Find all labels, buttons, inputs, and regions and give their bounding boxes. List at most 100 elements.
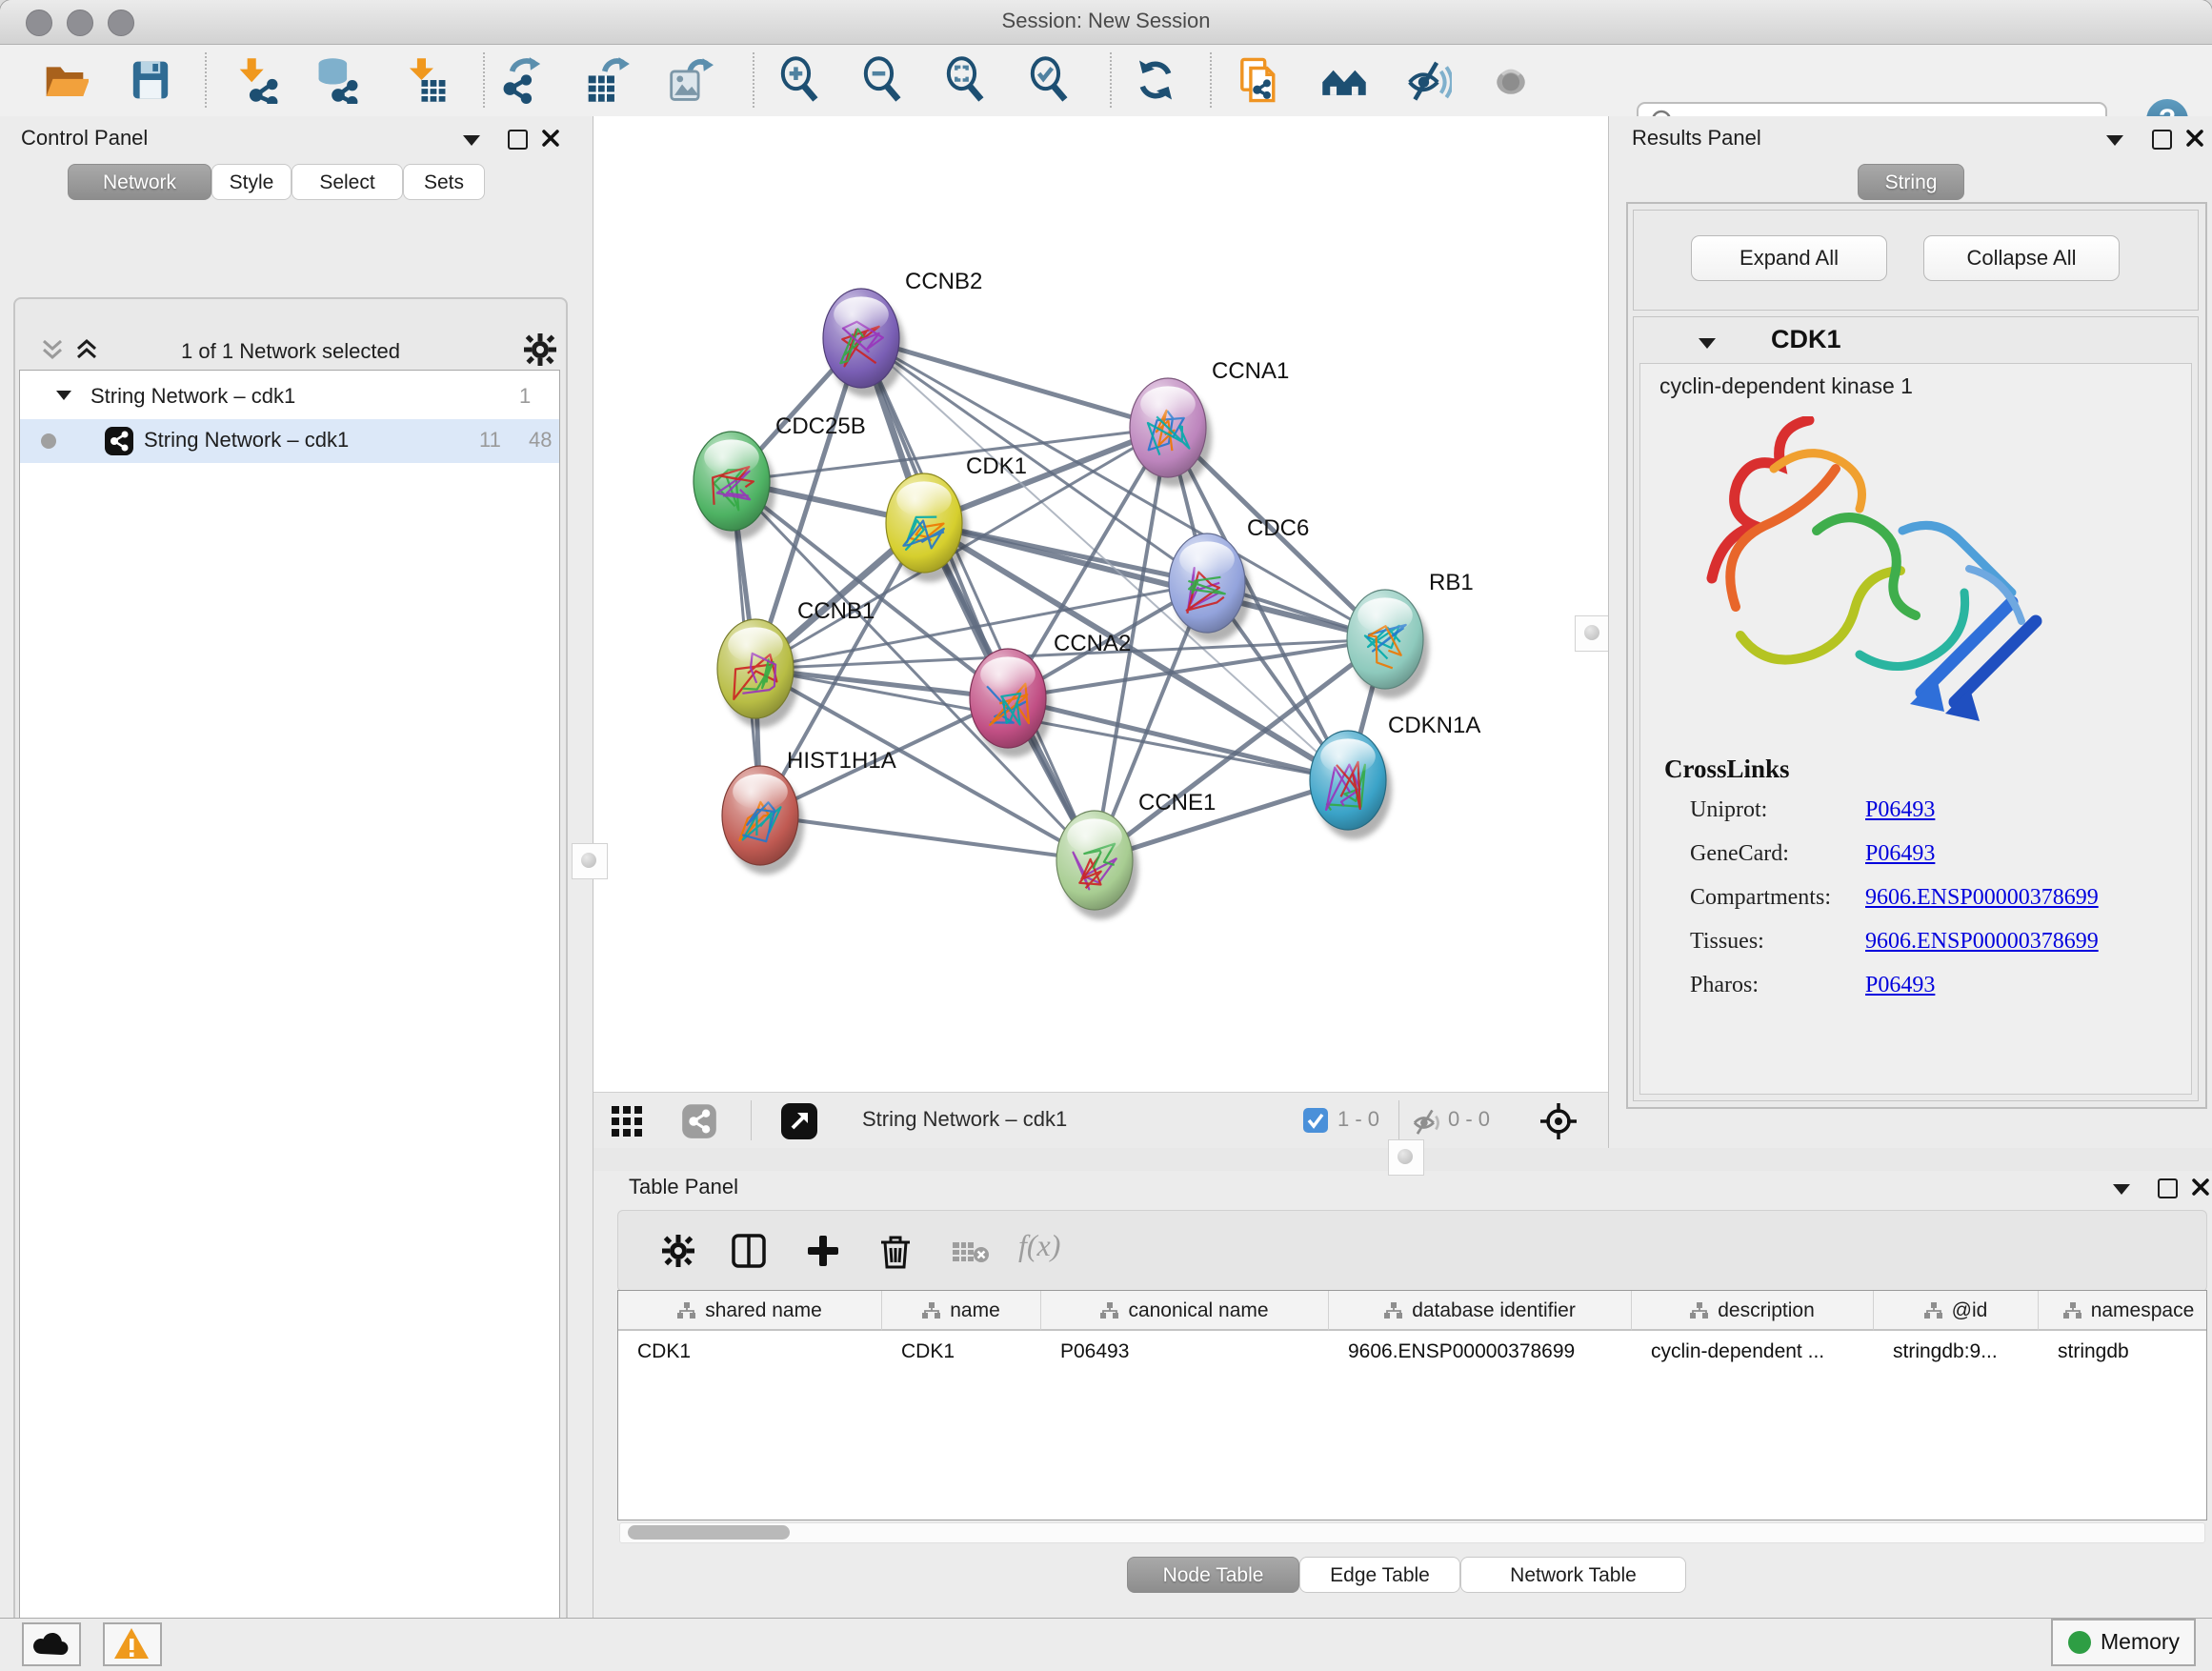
- export-image-icon[interactable]: [666, 56, 714, 104]
- import-network-from-database-icon[interactable]: [314, 56, 362, 104]
- table-cell[interactable]: CDK1: [618, 1333, 882, 1371]
- expand-collapse-bar: Expand All Collapse All: [1633, 210, 2199, 311]
- tab-sets[interactable]: Sets: [403, 164, 485, 200]
- create-column-plus-icon[interactable]: [805, 1233, 841, 1269]
- zoom-fit-icon[interactable]: [942, 56, 990, 104]
- crosslink-link[interactable]: P06493: [1865, 841, 1935, 867]
- column-header-namespace[interactable]: namespace: [2039, 1291, 2207, 1331]
- refresh-view-icon[interactable]: [1132, 56, 1179, 104]
- table-cell[interactable]: P06493: [1041, 1333, 1329, 1371]
- crosslink-link[interactable]: P06493: [1865, 797, 1935, 823]
- cloud-status-button[interactable]: [22, 1622, 81, 1666]
- node-label-CDC6: CDC6: [1247, 515, 1309, 541]
- network-view-icon[interactable]: [681, 1103, 717, 1139]
- column-header-canonical-name[interactable]: canonical name: [1041, 1291, 1329, 1331]
- zoom-in-icon[interactable]: [776, 56, 824, 104]
- tab-network[interactable]: Network: [68, 164, 211, 200]
- column-header-description[interactable]: description: [1632, 1291, 1874, 1331]
- node-label-HIST1H1A: HIST1H1A: [787, 748, 896, 774]
- node-label-CCNA1: CCNA1: [1212, 358, 1289, 384]
- string-protein-query-icon[interactable]: [1320, 56, 1368, 104]
- table-cell[interactable]: 9606.ENSP00000378699: [1329, 1333, 1632, 1371]
- tab-select[interactable]: Select: [292, 164, 403, 200]
- left-splitter-handle[interactable]: [572, 843, 608, 879]
- hide-selected-icon[interactable]: [1404, 56, 1452, 104]
- node-gloss: [1357, 597, 1413, 633]
- scrollbar-thumb[interactable]: [628, 1525, 790, 1540]
- table-cell[interactable]: CDK1: [882, 1333, 1041, 1371]
- tab-network-table[interactable]: Network Table: [1460, 1557, 1686, 1593]
- network-type-icon: [104, 426, 134, 456]
- tab-edge-table[interactable]: Edge Table: [1299, 1557, 1460, 1593]
- import-network-icon[interactable]: [234, 56, 282, 104]
- column-header-database-identifier[interactable]: database identifier: [1329, 1291, 1632, 1331]
- close-panel-icon[interactable]: [2185, 129, 2204, 148]
- section-collapse-icon[interactable]: [1699, 338, 1716, 349]
- undock-panel-icon[interactable]: [508, 130, 528, 150]
- network-row-selected[interactable]: String Network – cdk1 11 48: [20, 419, 559, 463]
- show-columns-icon[interactable]: [731, 1233, 767, 1269]
- table-cell[interactable]: stringdb:9...: [1874, 1333, 2039, 1371]
- string-network-graph[interactable]: CCNB2CCNA1CDC25BCDK1CDC6RB1CCNB1CCNA2CDK…: [593, 116, 1608, 1092]
- selected-checkbox-icon[interactable]: [1303, 1108, 1328, 1133]
- network-options-gear-icon[interactable]: [524, 333, 556, 366]
- memory-button[interactable]: Memory: [2051, 1619, 2196, 1666]
- network-canvas[interactable]: CCNB2CCNA1CDC25BCDK1CDC6RB1CCNB1CCNA2CDK…: [593, 116, 1608, 1148]
- crosslink-link[interactable]: 9606.ENSP00000378699: [1865, 929, 2099, 955]
- cloud-icon: [30, 1627, 71, 1660]
- zoom-out-icon[interactable]: [859, 56, 907, 104]
- import-table-icon[interactable]: [402, 56, 450, 104]
- crosslink-link[interactable]: P06493: [1865, 973, 1935, 998]
- tab-style[interactable]: Style: [211, 164, 292, 200]
- zoom-selected-icon[interactable]: [1026, 56, 1074, 104]
- float-panel-icon[interactable]: [2106, 135, 2123, 146]
- grid-view-icon[interactable]: [611, 1105, 643, 1137]
- show-all-icon[interactable]: [1487, 56, 1535, 104]
- network-edge-CDK1-RB1[interactable]: [924, 523, 1385, 639]
- table-options-gear-icon[interactable]: [662, 1235, 694, 1267]
- warning-status-button[interactable]: [103, 1622, 162, 1666]
- undock-panel-icon[interactable]: [2158, 1178, 2178, 1198]
- column-header-name[interactable]: name: [882, 1291, 1041, 1331]
- hidden-eye-slash-icon: [1411, 1106, 1443, 1137]
- column-header--id[interactable]: @id: [1874, 1291, 2039, 1331]
- node-table[interactable]: shared namenamecanonical namedatabase id…: [617, 1290, 2207, 1520]
- birds-eye-view-icon[interactable]: [1538, 1101, 1579, 1141]
- network-edge-CCNB2-CCNE1[interactable]: [861, 338, 1095, 860]
- detach-view-icon[interactable]: [780, 1102, 818, 1140]
- crosslink-row: Uniprot: P06493: [1690, 797, 2176, 823]
- float-panel-icon[interactable]: [463, 135, 480, 146]
- delete-column-trash-icon[interactable]: [877, 1232, 914, 1270]
- float-panel-icon[interactable]: [2113, 1184, 2130, 1195]
- crosslink-link[interactable]: 9606.ENSP00000378699: [1865, 885, 2099, 911]
- crosslink-label: Uniprot:: [1690, 797, 1767, 822]
- separator: [751, 1100, 752, 1140]
- table-cell[interactable]: cyclin-dependent ...: [1632, 1333, 1874, 1371]
- table-panel: Table Panel f(x) shared namenamecanonica…: [593, 1148, 2212, 1618]
- network-collection-row[interactable]: String Network – cdk1 1: [20, 375, 559, 419]
- close-panel-icon[interactable]: [541, 129, 560, 148]
- node-gloss: [704, 439, 759, 474]
- right-splitter-handle[interactable]: [1575, 615, 1611, 652]
- export-table-icon[interactable]: [583, 56, 631, 104]
- network-edge-CCNB2-CCNA1[interactable]: [861, 338, 1168, 428]
- open-session-icon[interactable]: [41, 56, 89, 104]
- node-gloss: [1067, 818, 1122, 854]
- clone-network-icon[interactable]: [1236, 56, 1283, 104]
- table-h-scrollbar[interactable]: [619, 1522, 2205, 1543]
- bottom-splitter-handle[interactable]: [1388, 1139, 1424, 1176]
- save-session-icon[interactable]: [127, 56, 174, 104]
- tab-string[interactable]: String: [1858, 164, 1964, 200]
- expand-all-button[interactable]: Expand All: [1691, 235, 1887, 281]
- collapse-all-button[interactable]: Collapse All: [1923, 235, 2120, 281]
- table-cell[interactable]: stringdb: [2039, 1333, 2207, 1371]
- column-header-shared-name[interactable]: shared name: [618, 1291, 882, 1331]
- collection-expand-icon[interactable]: [56, 391, 71, 400]
- tab-node-table[interactable]: Node Table: [1127, 1557, 1299, 1593]
- node-label-CCNB2: CCNB2: [905, 269, 982, 294]
- export-network-icon[interactable]: [499, 56, 547, 104]
- network-edge-HIST1H1A-CCNE1[interactable]: [760, 815, 1095, 860]
- node-label-CCNA2: CCNA2: [1054, 631, 1131, 656]
- close-panel-icon[interactable]: [2191, 1178, 2210, 1197]
- undock-panel-icon[interactable]: [2152, 130, 2172, 150]
